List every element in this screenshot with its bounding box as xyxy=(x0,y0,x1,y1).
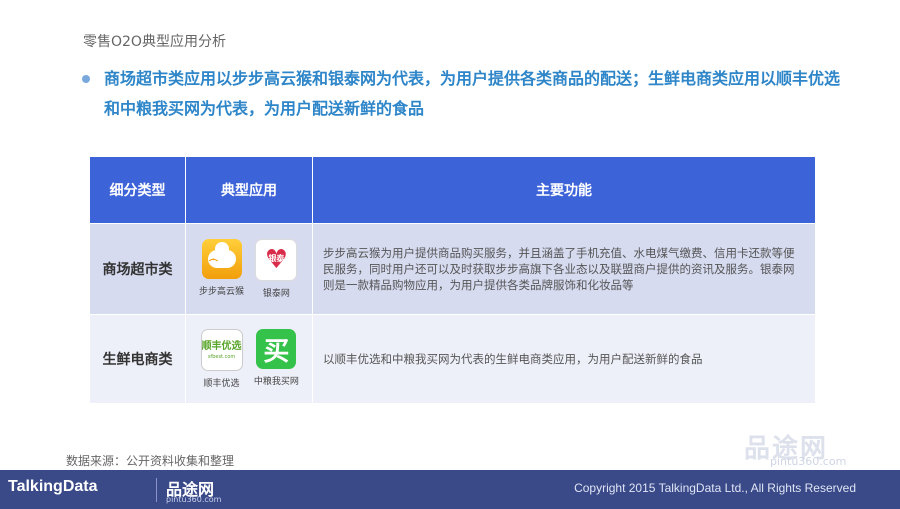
watermark-url: pintu360.com xyxy=(770,455,847,468)
talkingdata-logo: TalkingData xyxy=(8,478,98,495)
sf-best-icon: 顺丰优选 sfbest.com xyxy=(200,329,243,371)
app-name: 银泰网 xyxy=(262,289,290,299)
app-name: 中粮我买网 xyxy=(253,377,299,387)
header-category: 细分类型 xyxy=(89,156,186,224)
app-womai[interactable]: 买 中粮我买网 xyxy=(250,329,302,387)
app-name: 步步高云猴 xyxy=(199,287,245,297)
header-apps: 典型应用 xyxy=(185,156,313,224)
footer-divider xyxy=(156,478,157,502)
headline: 商场超市类应用以步步高云猴和银泰网为代表，为用户提供各类商品的配送；生鲜电商类应… xyxy=(104,69,841,118)
row-function: 步步高云猴为用户提供商品购买服务，并且涵盖了手机充值、水电煤气缴费、信用卡还款等… xyxy=(312,223,816,315)
app-bubugao[interactable]: ෴ 步步高云猴 xyxy=(196,239,248,297)
row-category: 生鲜电商类 xyxy=(89,314,186,404)
row-category: 商场超市类 xyxy=(89,223,186,315)
table-row: 商场超市类 ෴ 步步高云猴 ♥ 银泰 银泰网 步步高云猴为用户提供商品购买服务，… xyxy=(89,223,816,315)
yintai-icon: ♥ 银泰 xyxy=(255,239,298,281)
pintu-url: pintu360.com xyxy=(166,495,222,504)
data-source: 数据来源：公开资料收集和整理 xyxy=(66,454,235,468)
womai-icon: 买 xyxy=(256,329,297,369)
row-apps: 顺丰优选 sfbest.com 顺丰优选 买 中粮我买网 xyxy=(185,314,313,404)
header-function: 主要功能 xyxy=(312,156,816,224)
footer-bar: TalkingData 品途网 pintu360.com Copyright 2… xyxy=(0,470,900,509)
table-header-row: 细分类型 典型应用 主要功能 xyxy=(89,156,816,224)
app-name: 顺丰优选 xyxy=(203,379,240,389)
copyright: Copyright 2015 TalkingData Ltd., All Rig… xyxy=(574,481,856,495)
bubugao-yunhou-icon: ෴ xyxy=(201,239,242,279)
page-subtitle: 零售O2O典型应用分析 xyxy=(83,34,226,50)
row-function: 以顺丰优选和中粮我买网为代表的生鲜电商类应用，为用户配送新鲜的食品 xyxy=(312,314,816,404)
row-apps: ෴ 步步高云猴 ♥ 银泰 银泰网 xyxy=(185,223,313,315)
bullet-dot xyxy=(82,75,90,83)
app-sfbest[interactable]: 顺丰优选 sfbest.com 顺丰优选 xyxy=(196,329,248,389)
table-row: 生鲜电商类 顺丰优选 sfbest.com 顺丰优选 买 中粮我买网 以顺丰优选… xyxy=(89,314,816,404)
o2o-apps-table: 细分类型 典型应用 主要功能 商场超市类 ෴ 步步高云猴 ♥ 银泰 银泰网 步步… xyxy=(89,156,816,404)
app-yintai[interactable]: ♥ 银泰 银泰网 xyxy=(250,239,302,299)
